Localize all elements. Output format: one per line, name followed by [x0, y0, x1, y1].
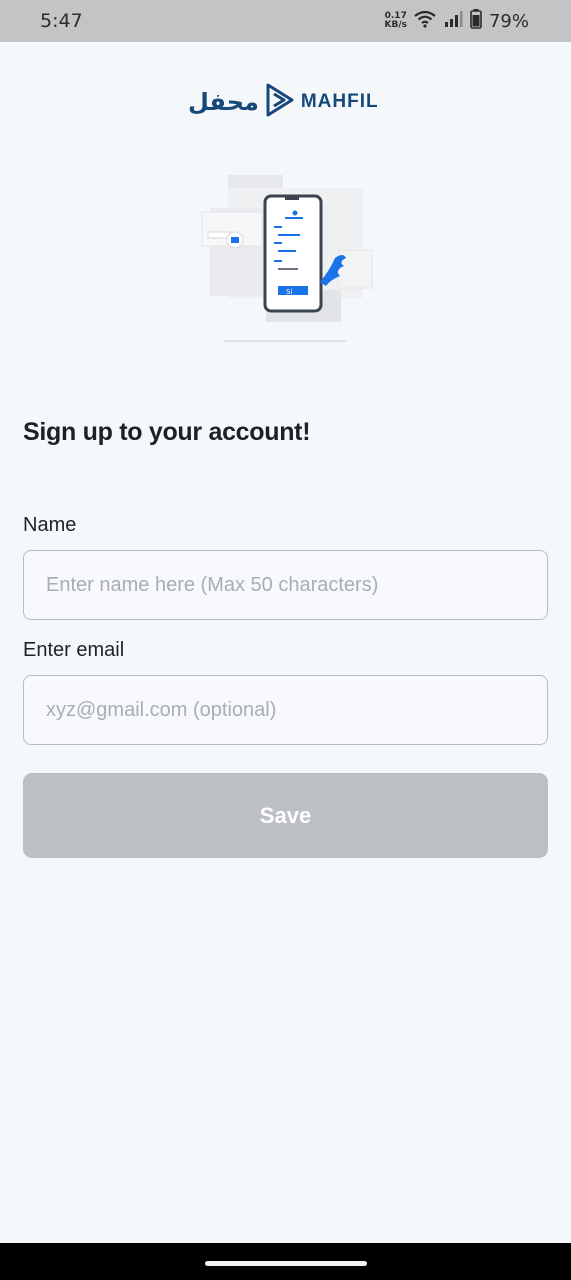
email-input[interactable] [23, 675, 548, 745]
app-logo: محفل MAHFIL [188, 83, 378, 122]
status-bar: 5:47 0.17 KB/s 79% [0, 0, 571, 42]
save-button[interactable]: Save [23, 773, 548, 858]
navigation-bar [0, 1243, 571, 1280]
logo-english-text: MAHFIL [300, 91, 379, 112]
battery-percentage: 79% [488, 10, 529, 32]
battery-icon [470, 8, 482, 34]
status-icons: 0.17 KB/s 79% [385, 8, 529, 34]
home-indicator[interactable] [205, 1261, 367, 1266]
signal-icon [443, 10, 463, 33]
email-label: Enter email [23, 639, 125, 661]
name-label: Name [23, 514, 77, 536]
signup-phone-illustration: Si [198, 170, 378, 350]
network-speed: 0.17 KB/s [385, 12, 407, 30]
status-time: 5:47 [40, 10, 83, 32]
wifi-icon [414, 10, 436, 33]
logo-arabic-text: محفل [188, 88, 259, 116]
page-title: Sign up to your account! [23, 418, 311, 446]
illustration-button-text: Si [286, 288, 292, 296]
net-speed-unit: KB/s [384, 20, 407, 30]
play-logo-icon [265, 83, 295, 122]
name-input[interactable] [23, 550, 548, 620]
